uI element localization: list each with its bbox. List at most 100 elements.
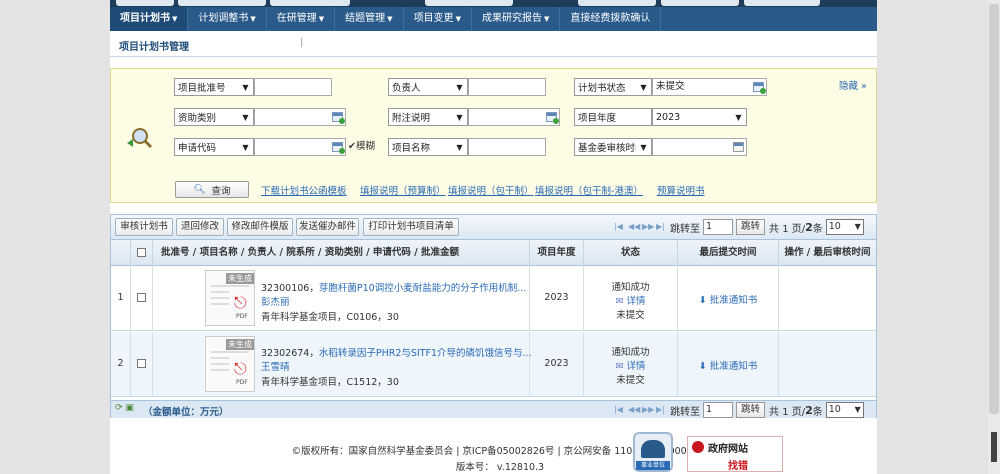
page-size-select[interactable]: 10 ▼ (825, 219, 864, 235)
review-plan-button[interactable]: 审核计划书 (115, 218, 173, 236)
top-tab[interactable] (661, 0, 739, 6)
pdf-thumbnail[interactable]: 未生成 ⎋ PDF (205, 336, 255, 392)
page-size-select[interactable]: 10 ▼ (825, 402, 864, 418)
project-name-select[interactable]: 项目名称 ▼ (388, 138, 468, 156)
approval-no-input[interactable] (254, 78, 332, 96)
picker-icon[interactable] (332, 142, 345, 154)
person-select[interactable]: 负责人 ▼ (388, 78, 468, 96)
review-time-select[interactable]: 基金委审核时间 ▼ (574, 138, 652, 156)
scrollbar[interactable] (988, 0, 1000, 474)
jump-button[interactable]: 跳转 (736, 402, 766, 418)
nav-adjust[interactable]: 计划调整书 ▼ (188, 7, 267, 31)
row-index-cell: 2 (111, 332, 131, 397)
top-tab[interactable] (116, 0, 174, 6)
picker-icon[interactable] (546, 112, 559, 124)
project-person[interactable]: 王雪晴 (261, 359, 290, 373)
project-name-input[interactable] (468, 138, 546, 156)
row-checkbox[interactable] (137, 359, 146, 368)
top-tab[interactable] (270, 0, 350, 6)
send-reminder-button[interactable]: 发送催办邮件 (296, 218, 359, 236)
last-page-icon[interactable]: ▶| (656, 405, 666, 415)
guide-budget-link[interactable]: 填报说明（预算制） (360, 183, 446, 197)
budget-guide-link[interactable]: 预算说明书 (657, 183, 705, 197)
row-main-cell: 未生成 ⎋ PDF 32300106，芽胞杆菌P10调控小麦耐盐能力的分子作用机制… (153, 266, 530, 331)
detail-link[interactable]: ✉ 详情 (584, 358, 677, 372)
year-select[interactable]: 项目年度 (574, 108, 652, 126)
nav-plan[interactable]: 项目计划书 ▼ (110, 7, 189, 31)
query-button[interactable]: 🔍︎ 查询 (175, 181, 249, 198)
filter-project-name: 项目名称 ▼ (388, 138, 546, 156)
top-tab[interactable] (744, 0, 820, 6)
project-code-title[interactable]: 32300106，芽胞杆菌P10调控小麦耐盐能力的分子作用机制... (261, 280, 526, 294)
remark-select[interactable]: 附注说明 ▼ (388, 108, 468, 126)
remark-input[interactable] (468, 108, 560, 126)
page-input[interactable]: 1 (703, 402, 733, 418)
nav-funding-confirm[interactable]: 直接经费拨款确认 (560, 7, 662, 31)
top-tab[interactable] (425, 0, 513, 6)
row-submit-cell: ⬇ 批准通知书 (678, 266, 779, 331)
jump-button[interactable]: 跳转 (736, 219, 766, 235)
fuzzy-checkbox[interactable]: ✔模糊 (348, 138, 375, 156)
filter-person: 负责人 ▼ (388, 78, 546, 96)
detail-link[interactable]: ✉ 详情 (584, 293, 677, 307)
hide-link[interactable]: 隐藏 » (839, 78, 867, 92)
guide-lumpsum-link[interactable]: 填报说明（包干制） (448, 183, 534, 197)
next-page-icon[interactable]: ▶▶ (642, 222, 654, 232)
guide-lumpsum-hkmo-link[interactable]: 填报说明（包干制-港澳） (535, 183, 643, 197)
project-person[interactable]: 彭杰丽 (261, 294, 290, 308)
review-time-input[interactable] (652, 138, 747, 156)
plan-status-input[interactable]: 未提交 (652, 78, 767, 96)
approval-notice-link[interactable]: ⬇ 批准通知书 (678, 358, 778, 372)
funding-type-input[interactable] (254, 108, 346, 126)
person-input[interactable] (468, 78, 546, 96)
download-template-link[interactable]: 下载计划书公函模板 (261, 183, 347, 197)
approval-notice-link[interactable]: ⬇ 批准通知书 (678, 292, 778, 306)
select-all-checkbox[interactable] (137, 248, 146, 257)
header-status: 状态 (584, 240, 678, 266)
last-page-icon[interactable]: ▶| (656, 222, 666, 232)
approval-no-select[interactable]: 项目批准号 ▼ (174, 78, 254, 96)
apply-code-select[interactable]: 申请代码 ▼ (174, 138, 254, 156)
row-status-cell: 通知成功 ✉ 详情 未提交 (584, 332, 678, 397)
row-checkbox-cell (131, 266, 153, 331)
nav-in-research[interactable]: 在研管理 ▼ (267, 7, 336, 31)
row-checkbox[interactable] (137, 293, 146, 302)
year-value-select[interactable]: 2023 ▼ (652, 108, 747, 126)
top-tab[interactable] (178, 0, 266, 6)
nav-conclusion[interactable]: 结题管理 ▼ (335, 7, 404, 31)
filter-remark: 附注说明 ▼ (388, 108, 560, 126)
apply-code-input[interactable] (254, 138, 346, 156)
collapse-icon: » (861, 81, 867, 92)
jump-label: 跳转至 (670, 223, 700, 235)
return-button[interactable]: 退回修改 (176, 218, 224, 236)
calendar-icon[interactable] (753, 82, 766, 94)
top-tab[interactable] (578, 0, 656, 6)
project-code-title[interactable]: 32302674，水稻转录因子PHR2与SITF1介导的磷饥饿信号与... (261, 345, 532, 359)
prev-page-icon[interactable]: ◀◀ (628, 222, 640, 232)
picker-icon[interactable] (332, 112, 345, 124)
pdf-thumbnail[interactable]: 未生成 ⎋ PDF (205, 270, 255, 326)
page-input[interactable]: 1 (703, 219, 733, 235)
edit-mail-template-button[interactable]: 修改邮件模版 (227, 218, 293, 236)
refresh-icon[interactable]: ⟳ ▣ (115, 403, 134, 413)
calendar-icon[interactable] (733, 142, 744, 152)
scrollbar-thumb[interactable] (989, 4, 999, 414)
print-list-button[interactable]: 打印计划书项目清单 (363, 218, 459, 236)
prev-page-icon[interactable]: ◀◀ (628, 405, 640, 415)
table-row: 2 未生成 ⎋ PDF 32302674，水稻转录因子PHR2与SITF1介导的磷… (111, 332, 876, 397)
left-margin (0, 0, 110, 474)
pager-top: |◀ ◀◀ ▶▶ ▶| 跳转至 1 跳转 共 1 页/2 条 10 ▼ (614, 219, 864, 235)
total-pages-text: 共 1 页/ (769, 223, 806, 235)
nav-report[interactable]: 成果研究报告 ▼ (472, 7, 561, 31)
funding-type-select[interactable]: 资助类别 ▼ (174, 108, 254, 126)
plan-status-select[interactable]: 计划书状态 ▼ (574, 78, 652, 96)
sub-nav-label[interactable]: 项目计划书管理 (119, 38, 189, 53)
first-page-icon[interactable]: |◀ (614, 222, 624, 232)
next-page-icon[interactable]: ▶▶ (642, 405, 654, 415)
org-emblem-icon (641, 440, 665, 458)
gov-error-badge[interactable]: 政府网站 找错 (687, 436, 783, 472)
download-icon: ⬇ (698, 361, 707, 372)
org-badge[interactable]: 事业单位 (633, 432, 673, 472)
first-page-icon[interactable]: |◀ (614, 405, 624, 415)
nav-change[interactable]: 项目变更 ▼ (404, 7, 472, 31)
